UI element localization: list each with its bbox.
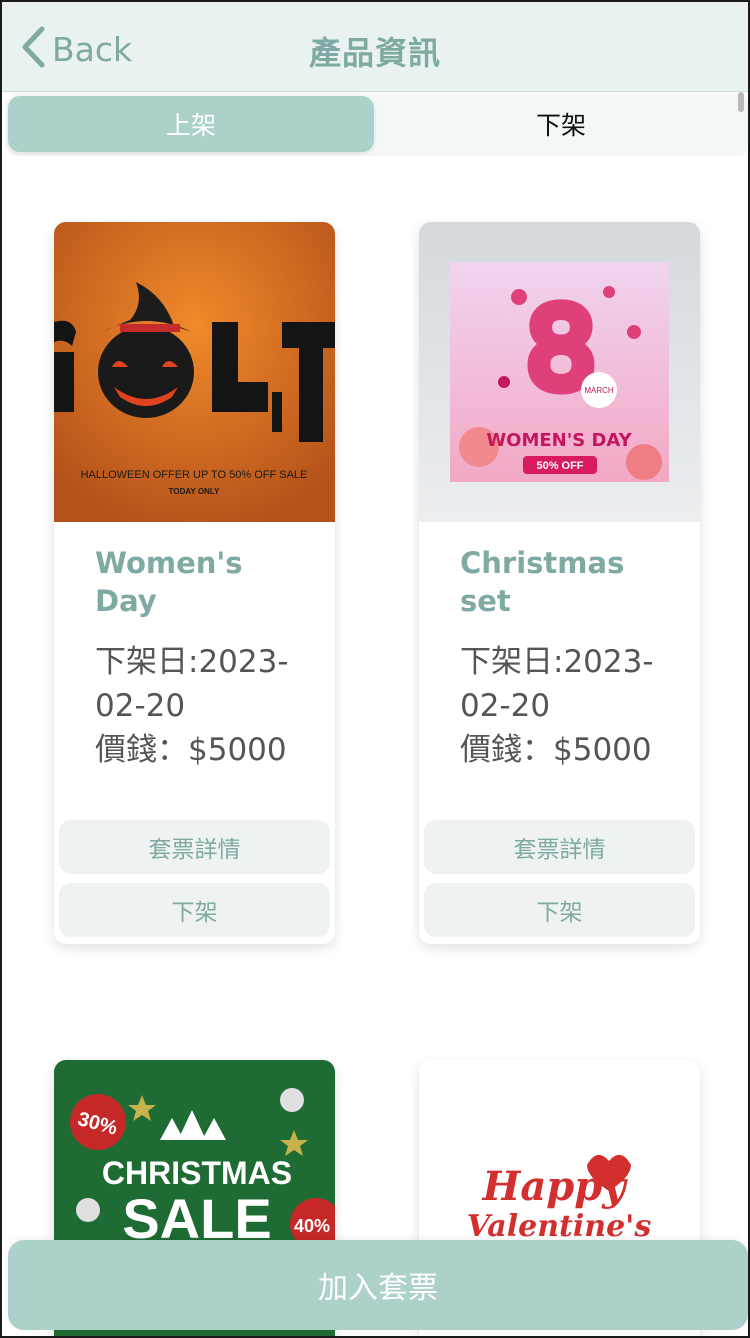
poster-month: MARCH <box>584 386 614 395</box>
tab-delisted[interactable]: 下架 <box>378 96 744 152</box>
page-title: 產品資訊 <box>308 34 441 72</box>
add-package-button[interactable]: 加入套票 <box>8 1240 748 1330</box>
poster-subcaption: TODAY ONLY <box>169 487 220 496</box>
scrollbar[interactable] <box>738 92 744 112</box>
poster-line1: Happy <box>482 1163 629 1210</box>
product-price: 價錢：$5000 <box>460 732 652 768</box>
product-image: HALLOWEEN OFFER UP TO 50% OFF SALE TODAY… <box>54 222 335 522</box>
product-card: HALLOWEEN OFFER UP TO 50% OFF SALE TODAY… <box>54 222 335 944</box>
poster-line1: CHRISTMAS <box>102 1155 292 1191</box>
delist-date: 下架日:2023-02-20 <box>95 644 289 724</box>
nav-bar: Back 產品資訊 <box>2 2 748 92</box>
app-frame: Back 產品資訊 上架 下架 HALLOWEEN OFFER UP TO 50… <box>0 0 750 1338</box>
poster-banner: WOMEN'S DAY <box>486 430 632 451</box>
poster-offer: 50% OFF <box>536 460 583 472</box>
poster-line2: Valentine's <box>467 1209 652 1244</box>
poster-badge: 40% <box>294 1216 330 1236</box>
tab-listed[interactable]: 上架 <box>8 96 374 152</box>
details-button[interactable]: 套票詳情 <box>424 820 695 874</box>
product-card: 8 MARCH WOMEN'S DAY 50% OFF Christmas se… <box>419 222 700 944</box>
status-tabs: 上架 下架 <box>6 94 748 156</box>
product-title: Women's Day <box>95 546 243 618</box>
product-image: 8 MARCH WOMEN'S DAY 50% OFF <box>419 222 700 522</box>
details-button[interactable]: 套票詳情 <box>59 820 330 874</box>
poster-caption: HALLOWEEN OFFER UP TO 50% OFF SALE <box>81 469 308 481</box>
delist-button[interactable]: 下架 <box>59 883 330 937</box>
delist-button[interactable]: 下架 <box>424 883 695 937</box>
product-title: Christmas set <box>460 546 625 618</box>
product-price: 價錢：$5000 <box>95 732 287 768</box>
delist-date: 下架日:2023-02-20 <box>460 644 654 724</box>
